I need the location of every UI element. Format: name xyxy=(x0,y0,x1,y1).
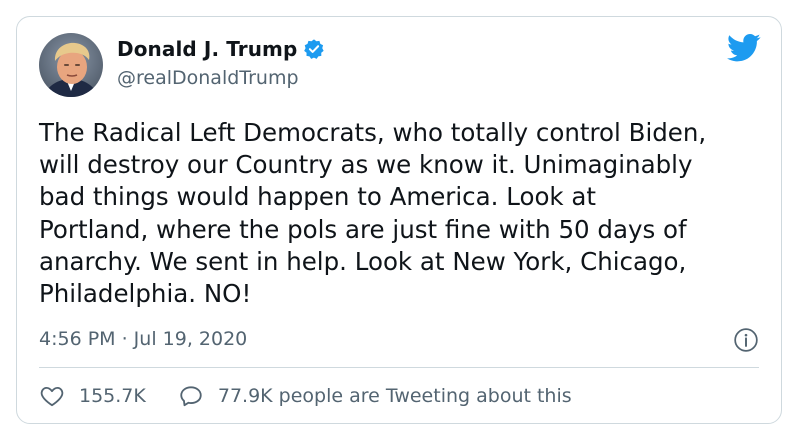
divider xyxy=(39,367,759,368)
tweet-text-line: bad things would happen to America. Look… xyxy=(39,182,597,212)
tweet-text-line: will destroy our Country as we know it. … xyxy=(39,150,693,180)
tweet-card: Donald J. Trump @realDonaldTrump The Rad… xyxy=(16,16,782,424)
tweet-text-line: Portland, where the pols are just fine w… xyxy=(39,214,687,244)
speech-bubble-icon xyxy=(180,386,202,407)
tweet-timestamp[interactable]: 4:56 PM · Jul 19, 2020 xyxy=(39,328,247,350)
like-count: 155.7K xyxy=(79,385,146,407)
tweet-text: The Radical Left Democrats, who totally … xyxy=(39,117,769,310)
verified-badge-icon xyxy=(303,38,325,60)
tweet-text-line: anarchy. We sent in help. Look at New Yo… xyxy=(39,246,687,276)
display-name[interactable]: Donald J. Trump xyxy=(117,37,297,61)
reply-conversation-button[interactable]: 77.9K people are Tweeting about this xyxy=(178,383,572,409)
engagement-bar: 155.7K 77.9K people are Tweeting about t… xyxy=(39,383,572,409)
like-button[interactable]: 155.7K xyxy=(39,383,146,409)
author-name-row: Donald J. Trump xyxy=(117,37,325,61)
twitter-bird-icon[interactable] xyxy=(727,33,761,63)
avatar[interactable] xyxy=(39,33,103,97)
tweet-text-line: Philadelphia. NO! xyxy=(39,279,252,309)
heart-icon xyxy=(40,386,64,407)
info-icon[interactable] xyxy=(733,327,759,353)
tweeting-about-text: 77.9K people are Tweeting about this xyxy=(217,385,572,407)
author-handle[interactable]: @realDonaldTrump xyxy=(117,67,299,89)
tweet-text-line: The Radical Left Democrats, who totally … xyxy=(39,118,707,147)
